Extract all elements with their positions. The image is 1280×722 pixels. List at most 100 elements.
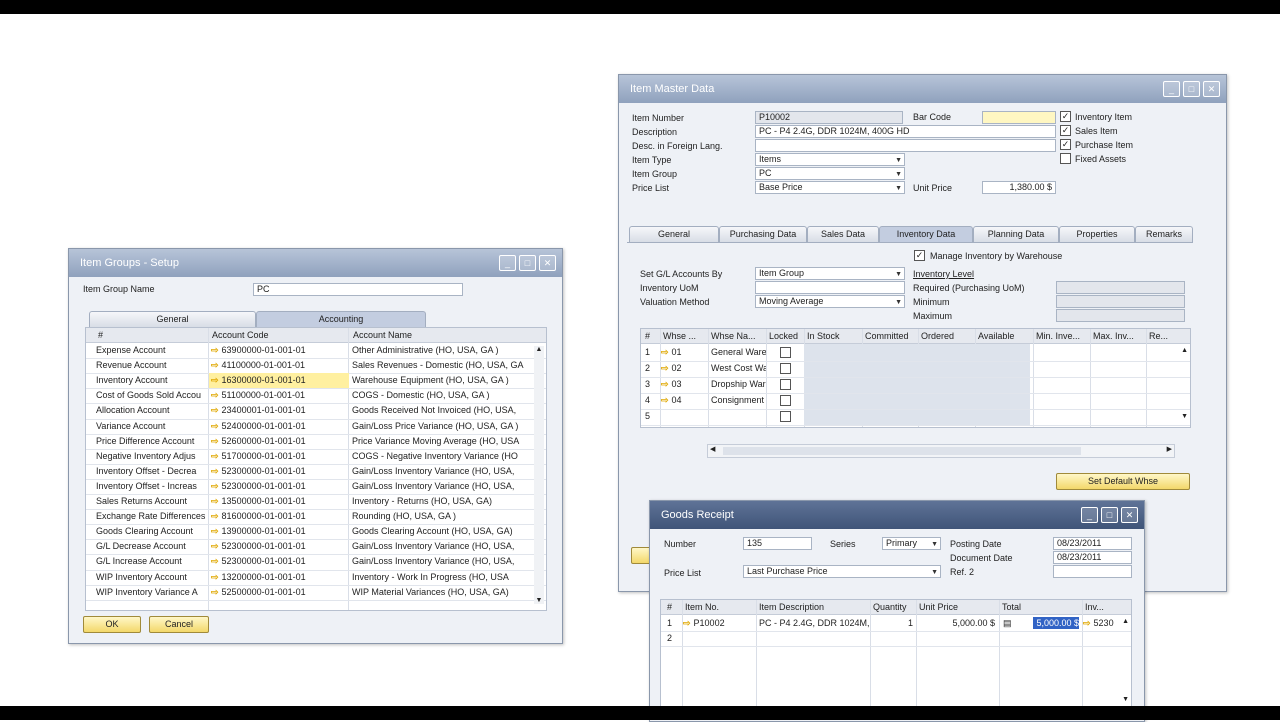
tab-purchasing-data[interactable]: Purchasing Data [719,226,807,242]
foreign-desc-field[interactable] [755,139,1056,152]
account-code-cell[interactable]: ⇨ 41100000-01-001-01 [209,358,349,373]
tab-remarks[interactable]: Remarks [1135,226,1193,242]
maximize-icon[interactable]: □ [1183,81,1200,97]
link-arrow-icon[interactable]: ⇨ [211,436,219,446]
link-arrow-icon[interactable]: ⇨ [211,556,219,566]
posting-date-field[interactable]: 08/23/2011 [1053,537,1132,550]
fixed-assets-checkbox[interactable] [1060,153,1071,164]
link-arrow-icon[interactable]: ⇨ [211,572,219,582]
account-code-cell[interactable]: ⇨ 52300000-01-001-01 [209,539,349,554]
link-arrow-icon[interactable]: ⇨ [211,466,219,476]
link-arrow-icon[interactable]: ⇨ [211,375,219,385]
close-icon[interactable]: ✕ [539,255,556,271]
scroll-up-icon[interactable]: ▲ [1122,618,1129,625]
table-row[interactable]: 1 ⇨01 General Warehouse [641,345,1181,361]
table-row[interactable]: Exchange Rate Differences ⇨ 81600000-01-00… [86,509,530,524]
goods-receipt-titlebar[interactable]: Goods Receipt _ □ ✕ [650,501,1144,529]
minimize-icon[interactable]: _ [1081,507,1098,523]
inventory-item-checkbox[interactable]: ✓ [1060,111,1071,122]
scroll-up-icon[interactable]: ▲ [534,346,544,353]
inventory-level-link[interactable]: Inventory Level [913,269,974,279]
table-row[interactable]: 2 [661,631,1121,646]
locked-checkbox[interactable] [780,363,791,374]
table-row[interactable]: G/L Decrease Account ⇨ 52300000-01-001-01 G… [86,539,530,554]
item-type-dropdown[interactable]: Items ▼ [755,153,905,166]
whse-code-cell[interactable]: ⇨ 03 [661,377,707,392]
account-code-cell[interactable]: ⇨ 23400001-01-001-01 [209,403,349,418]
set-gl-dropdown[interactable]: Item Group ▼ [755,267,905,280]
link-arrow-icon[interactable]: ⇨ [211,587,219,597]
account-code-cell[interactable]: ⇨ 52400000-01-001-01 [209,419,349,434]
link-arrow-icon[interactable]: ⇨ [1083,618,1091,628]
minimize-icon[interactable]: _ [1163,81,1180,97]
ok-button[interactable]: OK [83,616,141,633]
account-code-cell[interactable]: ⇨ 52300000-01-001-01 [209,554,349,569]
whse-code-cell[interactable]: ⇨ 01 [661,345,707,360]
manage-by-whse-checkbox[interactable]: ✓ [914,250,925,261]
inventory-uom-field[interactable] [755,281,905,294]
item-number-field[interactable]: P10002 [755,111,903,124]
locked-checkbox[interactable] [780,379,791,390]
table-row[interactable]: Cost of Goods Sold Accou ⇨ 51100000-01-001… [86,388,530,403]
table-row[interactable]: WIP Inventory Variance A ⇨ 52500000-01-001… [86,585,530,600]
link-arrow-icon[interactable]: ⇨ [661,363,669,373]
set-default-whse-button[interactable]: Set Default Whse [1056,473,1190,490]
link-arrow-icon[interactable]: ⇨ [211,496,219,506]
inventory-account-cell[interactable]: ⇨ 5230 [1083,616,1117,631]
table-row[interactable]: Inventory Offset - Decrea ⇨ 52300000-01-00… [86,464,530,479]
table-row[interactable]: Negative Inventory Adjus ⇨ 51700000-01-001… [86,449,530,464]
scroll-down-icon[interactable]: ▼ [1122,696,1129,703]
horizontal-scrollbar[interactable]: ◀ ▶ [707,444,1175,458]
price-list-dropdown[interactable]: Base Price ▼ [755,181,905,194]
scroll-down-icon[interactable]: ▼ [534,597,544,604]
link-arrow-icon[interactable]: ⇨ [661,395,669,405]
sales-item-checkbox[interactable]: ✓ [1060,125,1071,136]
tab-accounting[interactable]: Accounting [256,311,426,327]
calculator-icon[interactable]: ▤ [1003,616,1013,631]
tab-inventory-data[interactable]: Inventory Data [879,226,973,242]
unit-price-field[interactable]: 1,380.00 $ [982,181,1056,194]
table-row[interactable]: Sales Returns Account ⇨ 13500000-01-001-01… [86,494,530,509]
item-group-dropdown[interactable]: PC ▼ [755,167,905,180]
link-arrow-icon[interactable]: ⇨ [211,345,219,355]
table-row[interactable]: Allocation Account ⇨ 23400001-01-001-01 Goo… [86,403,530,418]
account-code-cell[interactable]: ⇨ 51100000-01-001-01 [209,388,349,403]
tab-general[interactable]: General [629,226,719,242]
link-arrow-icon[interactable]: ⇨ [211,526,219,536]
tab-sales-data[interactable]: Sales Data [807,226,879,242]
grid-scrollbar[interactable]: ▲ ▼ [534,346,544,604]
table-row[interactable]: 5 [641,409,1181,425]
locked-checkbox[interactable] [780,347,791,358]
price-list-dropdown[interactable]: Last Purchase Price ▼ [743,565,941,578]
table-row[interactable]: 4 ⇨ 04 Consignment [641,393,1181,409]
table-row[interactable]: 3 ⇨03 Dropship Warehouse [641,377,1181,393]
account-code-cell[interactable]: ⇨ 63900000-01-001-01 [209,343,349,358]
table-row[interactable]: Expense Account ⇨ 63900000-01-001-01 Other … [86,343,530,358]
account-code-cell[interactable]: ⇨ 52600000-01-001-01 [209,434,349,449]
scroll-thumb[interactable] [723,447,1081,455]
table-row[interactable]: Price Difference Account ⇨ 52600000-01-001… [86,434,530,449]
table-row[interactable]: Goods Clearing Account ⇨ 13900000-01-001-0… [86,524,530,539]
link-arrow-icon[interactable]: ⇨ [661,347,669,357]
scroll-up-icon[interactable]: ▲ [1181,347,1188,354]
maximize-icon[interactable]: □ [1101,507,1118,523]
scroll-right-icon[interactable]: ▶ [1167,445,1172,453]
link-arrow-icon[interactable]: ⇨ [661,379,669,389]
table-row[interactable]: WIP Inventory Account ⇨ 13200000-01-001-01… [86,570,530,585]
table-row[interactable]: Variance Account ⇨ 52400000-01-001-01 Gain/… [86,419,530,434]
item-master-titlebar[interactable]: Item Master Data _ □ ✕ [619,75,1226,103]
total-field[interactable]: 5,000.00 $ [1033,617,1079,629]
close-icon[interactable]: ✕ [1121,507,1138,523]
link-arrow-icon[interactable]: ⇨ [211,390,219,400]
account-code-cell[interactable]: ⇨ 13900000-01-001-01 [209,524,349,539]
link-arrow-icon[interactable]: ⇨ [211,511,219,521]
maximize-icon[interactable]: □ [519,255,536,271]
tab-planning-data[interactable]: Planning Data [973,226,1059,242]
link-arrow-icon[interactable]: ⇨ [211,405,219,415]
link-arrow-icon[interactable]: ⇨ [211,360,219,370]
account-code-cell[interactable]: ⇨ 16300000-01-001-01 [209,373,349,389]
locked-checkbox[interactable] [780,411,791,422]
number-field[interactable]: 135 [743,537,812,550]
cancel-button[interactable]: Cancel [149,616,209,633]
account-code-cell[interactable]: ⇨ 51700000-01-001-01 [209,449,349,464]
